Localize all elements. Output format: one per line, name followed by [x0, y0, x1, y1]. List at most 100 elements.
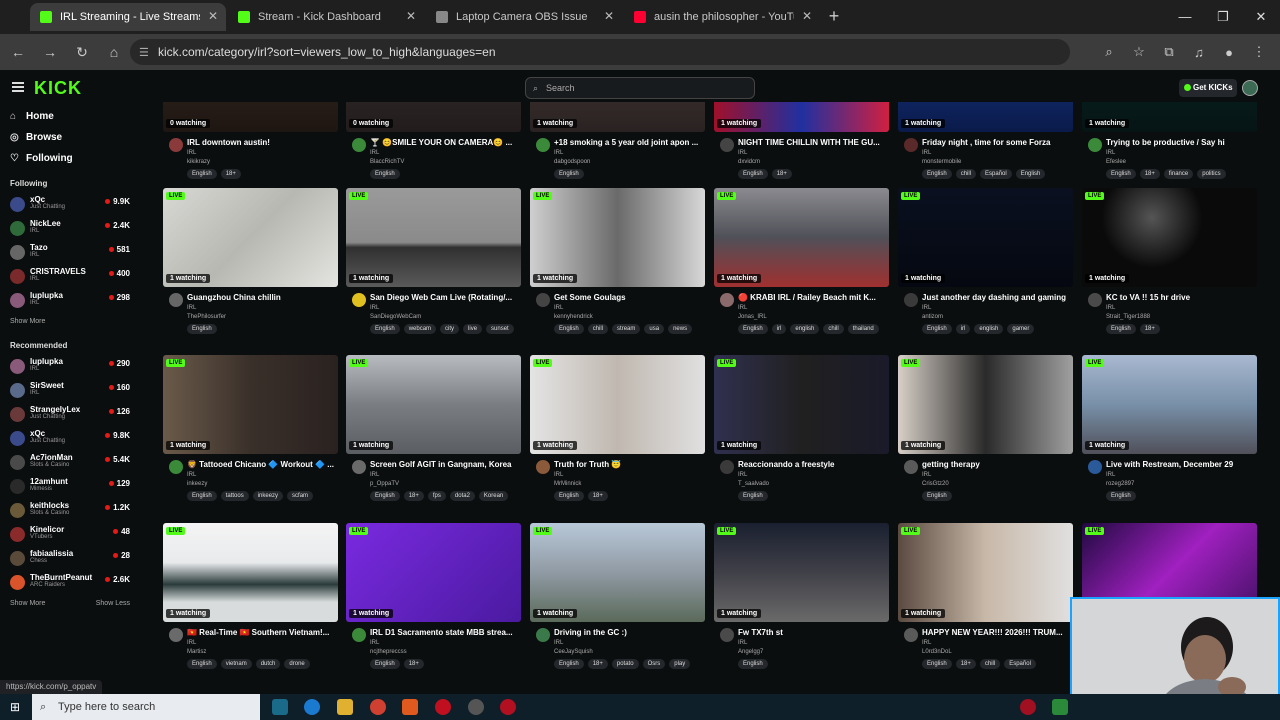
stream-tag[interactable]: 18+ [1139, 169, 1160, 179]
browser-tab[interactable]: IRL Streaming - Live Streams on Kick ✕ [30, 3, 226, 31]
stream-tag[interactable]: sunset [486, 324, 514, 334]
streamer-name[interactable]: dabgodspoon [554, 159, 590, 165]
stream-tag[interactable]: English [1106, 324, 1136, 334]
streamer-name[interactable]: Angelgg7 [738, 649, 763, 655]
stream-card[interactable]: 0 watching IRL downtown austin! IRL kikikra… [163, 102, 338, 193]
streamer-avatar[interactable] [1088, 138, 1102, 152]
stream-category[interactable]: IRL [187, 150, 196, 156]
stream-tag[interactable]: English [187, 659, 217, 669]
sidebar-channel-following[interactable]: NickLee IRL 2.4K [0, 217, 140, 241]
stream-thumbnail[interactable]: LIVE 1 watching [898, 355, 1073, 454]
stream-category[interactable]: IRL [554, 150, 563, 156]
stream-tag[interactable]: English [1106, 169, 1136, 179]
url-field[interactable]: ☰ kick.com/category/irl?sort=viewers_low… [130, 39, 1070, 65]
stream-thumbnail[interactable]: LIVE 1 watching [1082, 355, 1257, 454]
stream-card[interactable]: LIVE 1 watching Truth for Truth 😇 IRL MrMinn… [530, 355, 705, 515]
get-kicks-button[interactable]: Get KICKs [1179, 79, 1237, 97]
stream-thumbnail[interactable]: 1 watching [714, 102, 889, 132]
stream-tag[interactable]: Osrs [642, 659, 666, 669]
stream-category[interactable]: IRL [187, 305, 196, 311]
streamer-name[interactable]: CeeJaySquish [554, 649, 593, 655]
stream-tag[interactable]: fps [427, 491, 446, 501]
stream-card[interactable]: LIVE 1 watching Driving in the GC :) IRL Cee… [530, 523, 705, 683]
stream-card[interactable]: LIVE 1 watching Live with Restream, Decemb… [1082, 355, 1257, 515]
stream-thumbnail[interactable]: 0 watching [163, 102, 338, 132]
sidebar-channel-following[interactable]: luplupka IRL 298 [0, 289, 140, 313]
minimize-icon[interactable]: — [1166, 0, 1204, 34]
tray-network-icon[interactable] [1052, 699, 1068, 715]
streamer-avatar[interactable] [720, 293, 734, 307]
stream-tag[interactable]: finance [1163, 169, 1194, 179]
stream-tag[interactable]: Español [1004, 659, 1036, 669]
stream-thumbnail[interactable]: LIVE 1 watching [163, 188, 338, 287]
stream-tag[interactable]: English [922, 659, 952, 669]
stream-title[interactable]: NIGHT TIME CHILLIN WITH THE GU... [738, 138, 888, 147]
brave-icon[interactable] [402, 699, 418, 715]
stream-title[interactable]: 🔴 KRABI IRL / Railey Beach mit K... [738, 293, 888, 302]
streamer-name[interactable]: rozeg2897 [1106, 481, 1134, 487]
stream-card[interactable]: 0 watching 🍸 😊SMILE YOUR ON CAMERA😊 ... IR… [346, 102, 521, 193]
stream-title[interactable]: Truth for Truth 😇 [554, 460, 704, 469]
stream-thumbnail[interactable]: 1 watching [530, 102, 705, 132]
stream-thumbnail[interactable]: LIVE 1 watching [530, 523, 705, 622]
streamer-avatar[interactable] [536, 293, 550, 307]
stream-card[interactable]: LIVE 1 watching getting therapy IRL CrisGtz2… [898, 355, 1073, 515]
stream-category[interactable]: IRL [922, 150, 931, 156]
stream-category[interactable]: IRL [370, 150, 379, 156]
streamer-name[interactable]: MrMinnick [554, 481, 581, 487]
stream-category[interactable]: IRL [922, 640, 931, 646]
stream-category[interactable]: IRL [1106, 150, 1115, 156]
sidebar-nav-browse[interactable]: ◎ Browse [0, 127, 140, 148]
sidebar-channel-recommended[interactable]: xQc Just Chatting 9.8K [0, 427, 140, 451]
stream-title[interactable]: Screen Golf AGIT in Gangnam, Korea [370, 460, 520, 469]
stream-thumbnail[interactable]: 1 watching [1082, 102, 1257, 132]
stream-tag[interactable]: 18+ [403, 659, 424, 669]
stream-tag[interactable]: English [187, 491, 217, 501]
stream-tag[interactable]: scfam [287, 491, 314, 501]
stream-tag[interactable]: politics [1197, 169, 1226, 179]
streamer-avatar[interactable] [352, 460, 366, 474]
tab-close-icon[interactable]: ✕ [406, 9, 416, 23]
stream-card[interactable]: LIVE 1 watching Fw TX7th st IRL Angelgg7 Engl… [714, 523, 889, 683]
stream-tag[interactable]: tattoos [220, 491, 249, 501]
stream-tag[interactable]: chill [823, 324, 844, 334]
stream-tag[interactable]: Korean [478, 491, 509, 501]
sidebar-channel-following[interactable]: xQc Just Chatting 9.9K [0, 193, 140, 217]
stream-category[interactable]: IRL [738, 150, 747, 156]
streamer-avatar[interactable] [169, 460, 183, 474]
sidebar-channel-recommended[interactable]: TheBurntPeanut ARC Raiders 2.6K [0, 571, 140, 595]
stream-tag[interactable]: English [370, 169, 400, 179]
bookmark-star-icon[interactable]: ☆ [1124, 44, 1154, 60]
streamer-name[interactable]: dxvidcm [738, 159, 760, 165]
stream-category[interactable]: IRL [370, 472, 379, 478]
stream-thumbnail[interactable]: LIVE 1 watching [530, 188, 705, 287]
stream-tag[interactable]: vietnam [220, 659, 252, 669]
stream-tag[interactable]: drone [284, 659, 310, 669]
stream-title[interactable]: Reaccionando a freestyle [738, 460, 888, 469]
stream-title[interactable]: KC to VA !! 15 hr drive [1106, 293, 1256, 302]
stream-tag[interactable]: English [738, 169, 768, 179]
stream-title[interactable]: San Diego Web Cam Live (Rotating/... [370, 293, 520, 302]
stream-thumbnail[interactable]: 0 watching [346, 102, 521, 132]
stream-tag[interactable]: chill [979, 659, 1001, 669]
streamer-avatar[interactable] [352, 628, 366, 642]
stream-thumbnail[interactable]: LIVE 1 watching [898, 188, 1073, 287]
stream-tag[interactable]: irl [771, 324, 787, 334]
stream-card[interactable]: 1 watching Trying to be productive / Say … [1082, 102, 1257, 193]
stream-tag[interactable]: English [370, 324, 400, 334]
stream-tag[interactable]: English [554, 169, 584, 179]
sidebar-nav-home[interactable]: ⌂ Home [0, 106, 140, 127]
streamer-avatar[interactable] [1088, 460, 1102, 474]
streamer-name[interactable]: Strait_Tiger1888 [1106, 314, 1150, 320]
stream-title[interactable]: +18 smoking a 5 year old joint apon ... [554, 138, 704, 147]
sidebar-channel-recommended[interactable]: keithlocks Slots & Casino 1.2K [0, 499, 140, 523]
stream-thumbnail[interactable]: LIVE 1 watching [714, 523, 889, 622]
stream-thumbnail[interactable]: LIVE 1 watching [163, 355, 338, 454]
stream-category[interactable]: IRL [922, 305, 931, 311]
stream-thumbnail[interactable]: 1 watching [898, 102, 1073, 132]
stream-tag[interactable]: 18+ [771, 169, 792, 179]
opera-icon[interactable] [435, 699, 451, 715]
stream-tag[interactable]: English [187, 169, 217, 179]
app-icon[interactable] [500, 699, 516, 715]
streamer-avatar[interactable] [904, 460, 918, 474]
